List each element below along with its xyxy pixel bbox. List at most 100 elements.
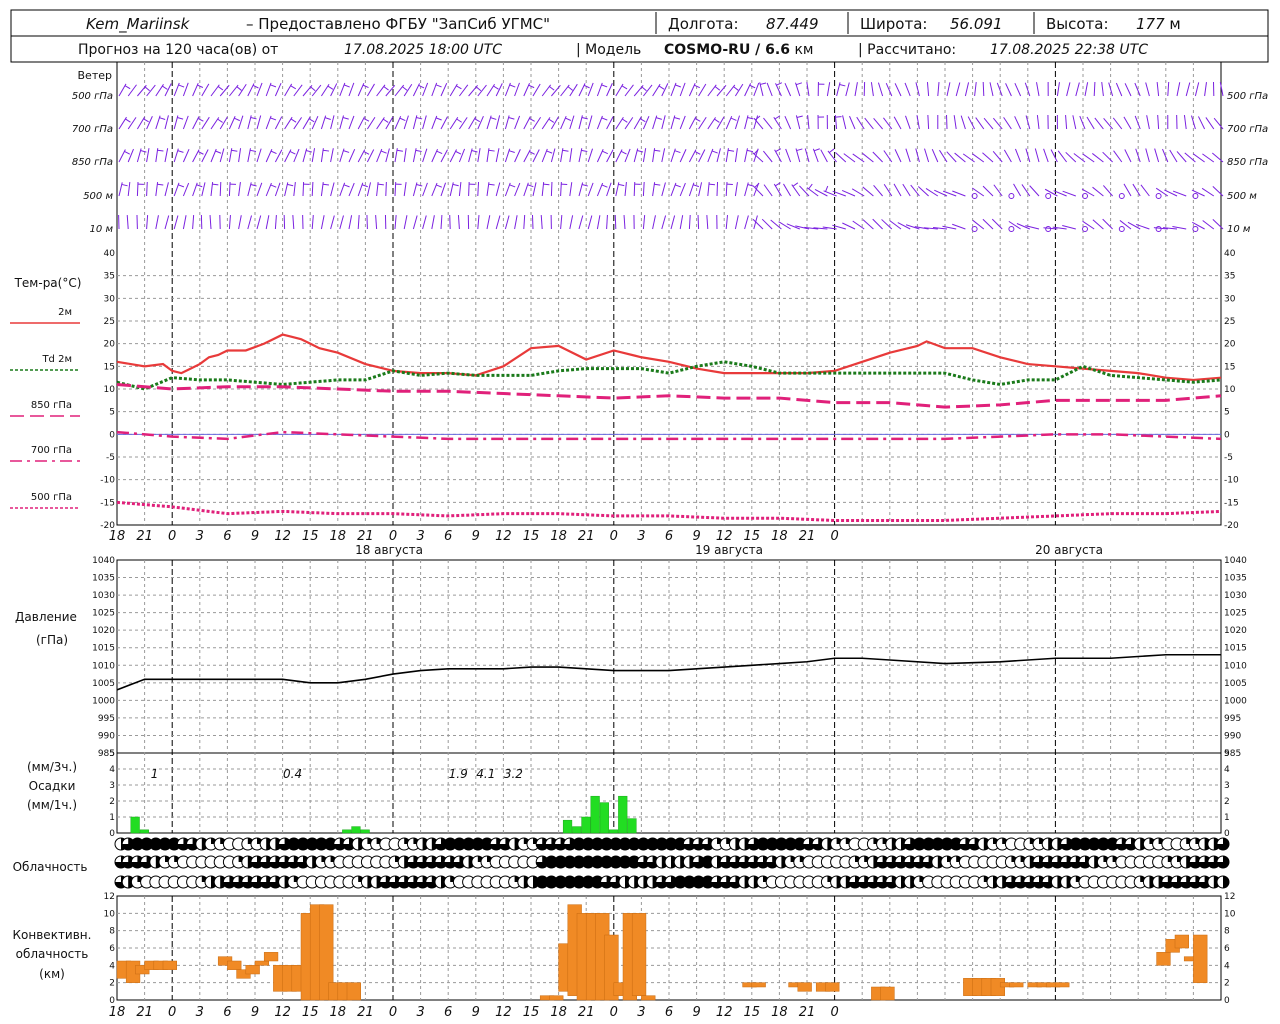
wind-barb — [734, 83, 744, 97]
wind-barb-feather — [776, 82, 783, 86]
wind-barb — [302, 181, 305, 197]
x-tick-label: 12 — [495, 1005, 512, 1020]
wind-barb — [578, 115, 583, 130]
wind-barb — [734, 115, 740, 130]
x-axis-mid: 18 21 0 3 6 9 12 15 18 21 0 3 6 9 12 15 18 21 0 3 6 9 12 15 18 21… — [109, 529, 839, 544]
y-tick-label-left: 1000 — [92, 696, 115, 706]
wind-barb — [523, 116, 531, 130]
cloud-symbols — [114, 837, 1230, 889]
y-tick-label-right: -10 — [1224, 476, 1239, 486]
wind-barb — [1082, 153, 1095, 163]
wind-barb — [550, 116, 559, 130]
y-tick-label-right: 1030 — [1224, 591, 1247, 601]
y-tick-label-left: 20 — [104, 340, 116, 350]
wind-barb — [1034, 148, 1040, 163]
wind-barb-feather — [825, 185, 829, 192]
wind-barb — [615, 149, 623, 163]
wind-barb — [661, 148, 666, 163]
wind-barb-feather — [796, 115, 803, 118]
wind-barb-feather — [694, 151, 701, 155]
convective-bar — [549, 995, 564, 1001]
x-tick-label: 21 — [357, 1005, 374, 1020]
wind-barb — [504, 215, 510, 230]
wind-barb — [376, 148, 383, 163]
wind-barb — [1005, 83, 1012, 97]
wind-barb — [201, 149, 209, 163]
meteogram-chart: Kem_Mariinsk – Предоставлено ФГБУ "ЗапСи… — [10, 9, 1269, 1020]
wind-barb-feather — [415, 149, 422, 152]
wind-barb — [982, 152, 994, 163]
wind-barb — [495, 182, 501, 197]
wind-barb — [1075, 82, 1080, 97]
wind-barb — [670, 182, 677, 197]
wind-barb — [569, 83, 578, 97]
wind-barb — [1185, 82, 1191, 97]
wind-barb — [679, 215, 684, 230]
wind-barb — [883, 150, 893, 163]
x-tick-label: 6 — [444, 1005, 452, 1020]
wind-barb-feather — [747, 116, 754, 120]
x-tick-label: 0 — [168, 529, 176, 544]
wind-barb-feather — [674, 117, 681, 120]
wind-barb — [1156, 82, 1160, 97]
wind-barb — [606, 83, 613, 97]
convective-bar — [1009, 982, 1024, 988]
wind-barb — [219, 181, 222, 197]
wind-barb — [679, 115, 686, 130]
wind-barb — [1029, 185, 1040, 197]
wind-barb — [238, 215, 242, 230]
wind-barb — [1014, 148, 1022, 163]
wind-barb-feather — [795, 82, 803, 86]
wind-barb — [457, 214, 460, 230]
x-tick-label: 9 — [251, 1005, 259, 1020]
y-tick-label-right: 1000 — [1224, 696, 1247, 706]
wind-barb-feather — [641, 86, 647, 92]
wind-barb — [734, 182, 738, 197]
precip-labels: 1 0.4 1.9 4.1 3.2 — [151, 767, 523, 781]
wind-barb — [642, 215, 646, 230]
wind-barb-feather — [602, 150, 608, 155]
y-tick-label-right: 3 — [1224, 781, 1230, 791]
wind-barb — [540, 214, 543, 230]
wind-barb — [1201, 187, 1215, 197]
wind-barb-feather — [121, 183, 128, 187]
wind-barb — [274, 215, 277, 230]
pressure-title: Давление — [15, 610, 77, 624]
wind-barb — [1056, 82, 1060, 97]
wind-barb — [173, 215, 179, 230]
precip-total-label: 0.4 — [283, 767, 302, 781]
wind-barb — [698, 83, 707, 97]
wind-barb — [894, 83, 902, 97]
wind-barb — [1072, 115, 1077, 130]
y-tick-label-right: 2 — [1224, 979, 1230, 989]
wind-barb-feather — [305, 150, 313, 153]
wind-barb-feather — [828, 148, 835, 154]
wind-barb — [845, 82, 850, 97]
wind-barb — [330, 182, 335, 197]
wind-barb — [532, 83, 541, 97]
wind-barb — [182, 115, 189, 130]
wind-barb — [975, 117, 985, 130]
wind-barb-feather — [250, 116, 257, 120]
x-tick-label: 0 — [610, 1005, 618, 1020]
wind-level-label-right: 500 м — [1227, 191, 1257, 202]
wind-barb — [477, 115, 484, 130]
wind-barb-feather — [215, 150, 222, 154]
wind-barb-feather — [488, 183, 495, 186]
wind-barb — [926, 82, 930, 97]
wind-barb-feather — [488, 149, 495, 152]
x-tick-label: 0 — [830, 1005, 838, 1020]
x-tick-label: 12 — [274, 529, 291, 544]
y-tick-label-left: -10 — [100, 476, 115, 486]
wind-barb-feather — [455, 150, 462, 155]
calm-wind-circle — [971, 226, 978, 232]
y-tick-label-left: 4 — [109, 961, 115, 971]
wind-barb — [661, 215, 667, 230]
precip-bar — [627, 818, 637, 834]
wind-barb — [1102, 218, 1113, 230]
wind-level-label-right: 10 м — [1227, 224, 1251, 235]
wind-barb — [375, 214, 378, 230]
wind-barb — [1145, 82, 1150, 97]
wind-level-label-left: 700 гПа — [72, 124, 113, 135]
wind-barb-feather — [289, 150, 296, 155]
